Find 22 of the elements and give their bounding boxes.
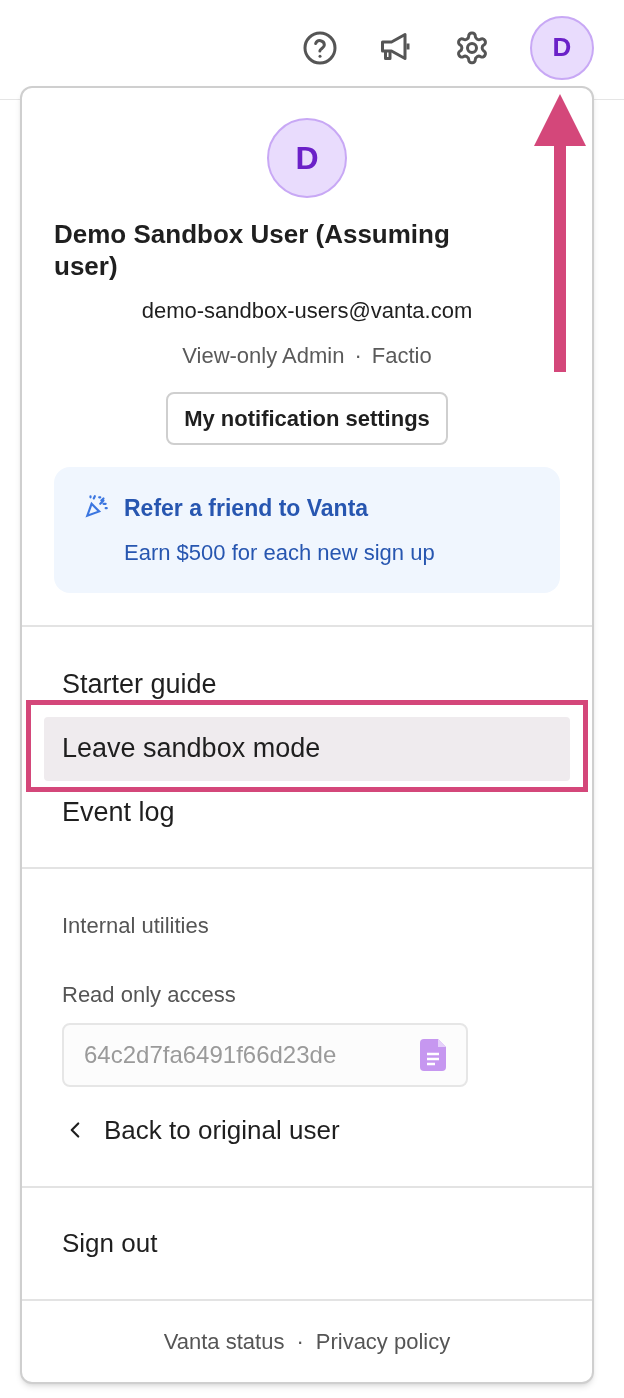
user-avatar: D: [267, 118, 347, 198]
footer-link[interactable]: Privacy policy: [315, 1324, 451, 1358]
menu-item[interactable]: Leave sandbox mode: [44, 716, 570, 781]
sign-out-item[interactable]: Sign out: [62, 1227, 158, 1258]
user-role: View-only Admin: [182, 342, 345, 370]
notification-settings-button[interactable]: My notification settings: [166, 392, 448, 445]
separator-dot: ·: [296, 1327, 304, 1356]
referral-card[interactable]: Refer a friend to Vanta Earn $500 for each new sign up: [54, 467, 560, 593]
referral-subtitle: Earn $500 for each new sign up: [124, 538, 435, 567]
user-name: Demo Sandbox User (Assuming user): [54, 218, 451, 282]
field-label: Read only access: [62, 980, 237, 1009]
footer-link[interactable]: Vanta status: [163, 1324, 285, 1358]
organization-name: Factio: [371, 342, 432, 370]
section-heading: Internal utilities: [62, 911, 210, 940]
referral-title[interactable]: Refer a friend to Vanta: [124, 491, 435, 526]
settings-icon[interactable]: [454, 29, 490, 66]
help-icon[interactable]: [302, 29, 338, 66]
party-popper-icon: [84, 493, 110, 519]
user-email: demo-sandbox-users@vanta.com: [141, 297, 473, 325]
back-link[interactable]: Back to original user: [62, 1110, 552, 1150]
user-avatar[interactable]: D: [530, 15, 594, 80]
separator-dot: ·: [354, 342, 362, 370]
